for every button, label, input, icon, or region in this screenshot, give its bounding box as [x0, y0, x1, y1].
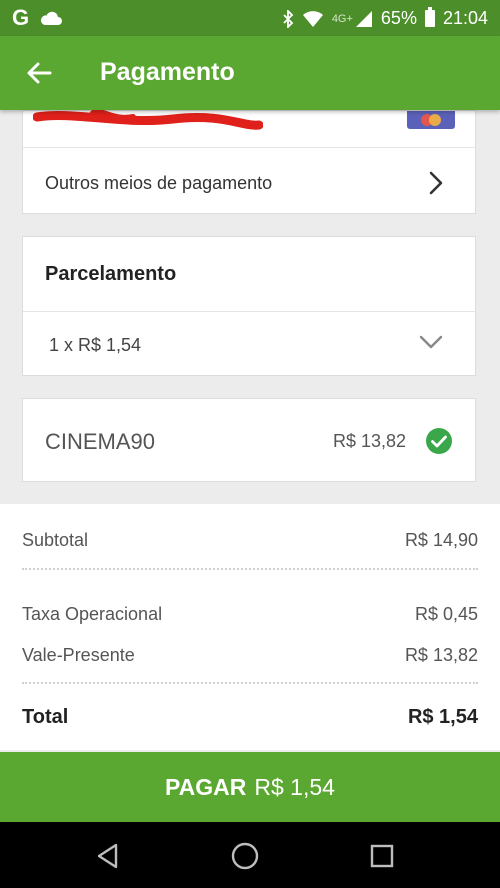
back-triangle-icon[interactable] [92, 840, 124, 872]
chevron-down-icon [419, 335, 443, 349]
installments-card: Parcelamento 1 x R$ 1,54 [22, 236, 476, 376]
other-payment-methods-label: Outros meios de pagamento [45, 173, 273, 193]
pay-button[interactable]: PAGAR R$ 1,54 [0, 752, 500, 822]
coupon-code: CINEMA90 [45, 429, 156, 454]
home-circle-icon[interactable] [229, 840, 261, 872]
network-type-label: 4G+ [331, 12, 353, 25]
fee-value: R$ 0,45 [414, 604, 478, 624]
coupon-card[interactable]: CINEMA90 R$ 13,82 [22, 398, 476, 482]
back-arrow-icon[interactable] [22, 56, 56, 90]
signal-icon [355, 10, 372, 27]
fee-label: Taxa Operacional [22, 604, 163, 624]
subtotal-label: Subtotal [22, 530, 89, 550]
battery-percent: 65% [380, 8, 417, 28]
cloud-icon [41, 11, 63, 25]
wifi-icon [302, 10, 323, 27]
status-left: G [12, 6, 63, 30]
redaction-scribble [33, 109, 263, 130]
system-nav-bar [0, 822, 500, 888]
page-title: Pagamento [100, 58, 235, 86]
chevron-right-icon [429, 171, 443, 195]
battery-icon [424, 7, 435, 27]
status-right: 4G+ 65% 21:04 [282, 7, 488, 29]
recents-square-icon[interactable] [366, 840, 398, 872]
order-summary: Subtotal R$ 14,90 Taxa Operacional R$ 0,… [0, 504, 500, 750]
subtotal-value: R$ 14,90 [404, 530, 478, 550]
installments-selected-value: 1 x R$ 1,54 [49, 335, 142, 355]
google-g-icon: G [12, 5, 30, 30]
app-bar: Pagamento [0, 36, 500, 110]
total-value: R$ 1,54 [407, 706, 478, 728]
dotted-divider [22, 682, 478, 684]
card-brand-icon [407, 111, 455, 129]
gift-label: Vale-Presente [22, 645, 135, 665]
dotted-divider [22, 568, 478, 570]
gift-value: R$ 13,82 [404, 645, 478, 665]
divider [23, 311, 475, 312]
total-label: Total [22, 706, 69, 728]
coupon-amount: R$ 13,82 [333, 431, 407, 451]
payment-method-card: Outros meios de pagamento [22, 109, 476, 214]
clock: 21:04 [442, 8, 488, 28]
bluetooth-icon [283, 9, 294, 28]
pay-button-amount: R$ 1,54 [254, 774, 335, 800]
pay-button-label: PAGAR [165, 774, 247, 800]
divider [23, 147, 475, 148]
check-circle-icon [426, 428, 452, 454]
installments-title: Parcelamento [45, 263, 177, 285]
status-bar: G 4G+ 65% 21:04 [0, 0, 500, 36]
